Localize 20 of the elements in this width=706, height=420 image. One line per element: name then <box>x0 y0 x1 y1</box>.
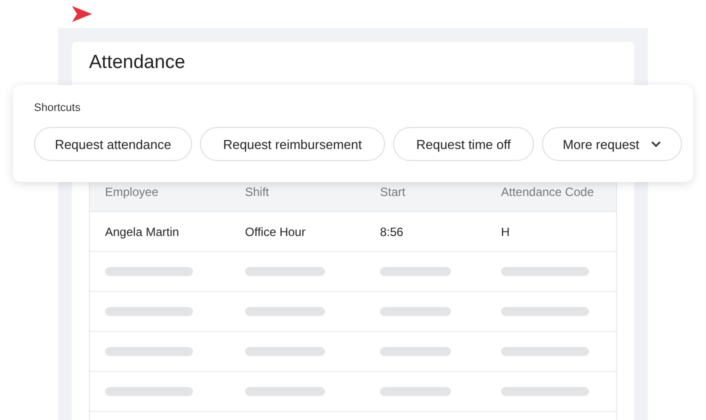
table-cell-text: H <box>500 224 511 238</box>
skeleton-bar <box>380 347 451 356</box>
page-title: Attendance <box>89 52 186 74</box>
column-header: Shift <box>244 185 270 199</box>
shortcuts-label: Shortcuts <box>34 102 82 115</box>
column-header: Employee <box>104 185 160 199</box>
table-cell-text: Office Hour <box>244 224 306 238</box>
skeleton-bar <box>380 267 451 276</box>
table-cell-text: 8:56 <box>379 224 404 238</box>
shortcut-button[interactable]: Request attendance <box>34 127 192 161</box>
skeleton-bar <box>380 387 451 396</box>
logo-icon <box>72 6 92 22</box>
skeleton-bar <box>380 307 451 316</box>
column-header: Start <box>379 185 406 199</box>
column-header: Attendance Code <box>500 185 595 199</box>
table-cell-text: Angela Martin <box>104 224 180 238</box>
shortcut-button[interactable]: Request reimbursement <box>200 127 385 161</box>
shortcut-button[interactable]: More request <box>542 127 682 161</box>
chevron-down-icon <box>651 141 662 147</box>
shortcut-button[interactable]: Request time off <box>393 127 534 161</box>
